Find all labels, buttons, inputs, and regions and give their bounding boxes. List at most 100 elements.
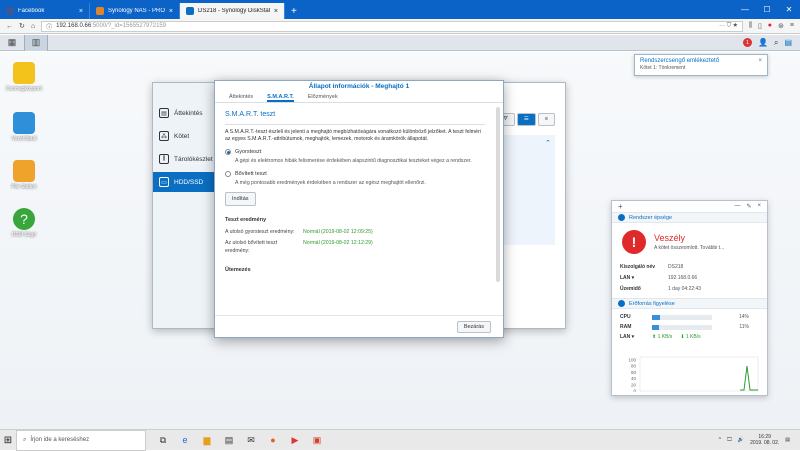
add-widget-icon[interactable]: + bbox=[618, 202, 623, 211]
facebook-icon bbox=[6, 7, 14, 15]
user-icon[interactable]: 👤 bbox=[758, 38, 768, 47]
close-icon[interactable]: × bbox=[79, 8, 83, 15]
page-actions[interactable]: ··· ⛉ ★ bbox=[719, 23, 738, 30]
uptime-row: Üzemidő 1 day 04:22:43 bbox=[620, 285, 702, 292]
extension-icon[interactable]: ⊛ bbox=[778, 22, 784, 30]
folder-icon bbox=[13, 160, 35, 182]
results-title: Teszt eredmény bbox=[225, 217, 267, 224]
close-icon[interactable]: × bbox=[169, 8, 173, 15]
notification-sub: Kötet 1: Tönkrement bbox=[640, 65, 686, 71]
browser-tab-facebook[interactable]: Facebook × bbox=[0, 3, 90, 19]
new-tab-button[interactable]: + bbox=[285, 3, 303, 19]
tab-smart[interactable]: S.M.A.R.T. bbox=[267, 94, 294, 102]
minimize-icon[interactable]: — bbox=[734, 203, 740, 210]
site-icon bbox=[96, 7, 104, 15]
overview-icon: ▤ bbox=[159, 108, 169, 118]
chart-tick-label: 100 bbox=[628, 358, 636, 363]
office-icon[interactable]: ▣ bbox=[310, 435, 324, 446]
close-button[interactable]: Bezárás bbox=[456, 320, 491, 333]
close-icon[interactable]: × bbox=[758, 58, 762, 64]
storage-manager-taskbar-icon[interactable]: ▥ bbox=[24, 34, 48, 51]
sidebar-item-overview[interactable]: ▤ Áttekintés bbox=[153, 103, 217, 123]
close-icon[interactable]: × bbox=[274, 8, 278, 15]
store-icon[interactable]: ▤ bbox=[222, 435, 236, 446]
sidebar-item-storage-pool[interactable]: ⫼ Tárolókészlet bbox=[153, 149, 217, 169]
library-icon[interactable]: ⫼ bbox=[749, 22, 752, 30]
widgets-icon[interactable]: ▤ bbox=[784, 38, 792, 47]
windows-start-icon[interactable]: ⊞ bbox=[0, 430, 16, 451]
address-bar[interactable]: ⓘ 192.168.0.66:5000/?_id=1565527972159 ·… bbox=[41, 20, 743, 32]
hdd-icon: ▭ bbox=[159, 177, 169, 187]
notification-toast[interactable]: Rendszercsengő emlékeztető Kötet 1: Tönk… bbox=[634, 54, 768, 76]
danger-icon: ! bbox=[622, 230, 646, 254]
main-menu-icon[interactable]: ▦ bbox=[0, 35, 24, 51]
taskbar-apps: ⧉ e ▆ ▤ ✉ ● ▶ ▣ bbox=[156, 435, 324, 446]
edge-icon[interactable]: e bbox=[178, 435, 192, 446]
browser-tab-diskstation[interactable]: DS218 - Synology DiskStation × bbox=[180, 3, 285, 19]
taskbar-search[interactable]: ⌕ Írjon ide a kereséshez bbox=[16, 429, 146, 451]
desktop-icon-control-panel[interactable]: Vezérlőpult bbox=[3, 112, 45, 142]
mail-icon[interactable]: ✉ bbox=[244, 435, 258, 446]
tray-chevron-icon[interactable]: ^ bbox=[719, 437, 721, 443]
chart-tick-label: 20 bbox=[631, 382, 637, 387]
resource-monitor-icon bbox=[618, 300, 625, 307]
health-status: ! Veszély A kötet összeomlott. További t… bbox=[612, 223, 767, 261]
home-icon[interactable]: ⌂ bbox=[31, 23, 35, 30]
server-name-row: Kiszolgáló név DS218 bbox=[620, 263, 684, 270]
reload-icon[interactable]: ↻ bbox=[19, 22, 25, 30]
widget-toolbar: + — ✎ × bbox=[612, 201, 767, 212]
network-row: LAN ▾ ⬆ 1 KB/s ⬇ 1 KB/s bbox=[620, 334, 701, 340]
clock[interactable]: 16:29 2019. 08. 02. bbox=[750, 434, 779, 447]
tab-history[interactable]: Előzmények bbox=[308, 94, 338, 102]
browser-tab-prohardver[interactable]: Synology NAS - PROHARDVER! × bbox=[90, 3, 180, 19]
menu-icon[interactable]: ≡ bbox=[537, 113, 555, 126]
addon-icon[interactable]: ● bbox=[768, 22, 772, 30]
close-window-icon[interactable]: ✕ bbox=[778, 5, 800, 14]
dialog-body: S.M.A.R.T. teszt A S.M.A.R.T.-teszt észl… bbox=[215, 104, 495, 309]
minimize-icon[interactable]: — bbox=[734, 5, 756, 14]
notification-center-icon[interactable]: ▤ bbox=[785, 437, 790, 443]
help-icon: ? bbox=[13, 208, 35, 230]
sidebar-item-hdd-ssd[interactable]: ▭ HDD/SSD bbox=[153, 172, 217, 192]
dsm-taskbar: ▦ ▥ 1 👤 ⌕ ▤ bbox=[0, 34, 800, 51]
desktop-icon-package-center[interactable]: Csomagközpont bbox=[3, 62, 45, 92]
search-icon[interactable]: ⌕ bbox=[774, 38, 778, 48]
toolbar-icons: ⫼ ▯ ● ⊛ ≡ bbox=[749, 22, 794, 30]
media-icon[interactable]: ▶ bbox=[288, 435, 302, 446]
back-icon[interactable]: ← bbox=[6, 23, 13, 30]
close-icon[interactable]: × bbox=[757, 203, 761, 210]
sidebar-item-volume[interactable]: ⁂ Kötet bbox=[153, 126, 217, 146]
menu-icon[interactable]: ≡ bbox=[790, 22, 794, 30]
chart-tick-label: 60 bbox=[631, 370, 637, 375]
dialog-scrollbar[interactable] bbox=[496, 107, 500, 282]
maximize-icon[interactable]: ☐ bbox=[756, 5, 778, 14]
tab-overview[interactable]: Áttekintés bbox=[229, 94, 253, 102]
extended-test-desc: A még pontosabb eredmények érdekében a r… bbox=[235, 180, 426, 187]
explorer-icon[interactable]: ▆ bbox=[200, 435, 214, 446]
desktop-icon-dsm-help[interactable]: ? DSM Súgó bbox=[3, 208, 45, 238]
last-quick-result: A utolsó gyorsteszt eredmény: Normál (20… bbox=[225, 228, 373, 235]
health-status-desc[interactable]: A kötet összeomlott. További t... bbox=[654, 245, 724, 251]
collapse-icon[interactable]: ⌃ bbox=[545, 139, 551, 147]
volume-icon[interactable]: 🔊 bbox=[738, 437, 744, 443]
desktop-icon-file-station[interactable]: File Station bbox=[3, 160, 45, 190]
sidebar-icon[interactable]: ▯ bbox=[758, 22, 762, 30]
quick-test-radio[interactable]: Gyorsteszt bbox=[225, 148, 485, 156]
cpu-bar bbox=[652, 314, 712, 320]
list-view-icon[interactable]: ☰ bbox=[516, 113, 536, 126]
search-icon: ⌕ bbox=[23, 436, 27, 443]
start-test-button[interactable]: Indítás bbox=[225, 192, 256, 207]
radio-unchecked-icon bbox=[225, 171, 231, 178]
extended-test-radio[interactable]: Bővített teszt bbox=[225, 170, 485, 178]
pin-icon[interactable]: ✎ bbox=[746, 203, 751, 210]
firefox-icon[interactable]: ● bbox=[266, 435, 280, 446]
lan-row[interactable]: LAN ▾ 192.168.0.66 bbox=[612, 272, 767, 283]
info-icon: ⓘ bbox=[46, 24, 53, 31]
dialog-title: Állapot információk - Meghajtó 1 bbox=[308, 83, 410, 90]
schedule-title: Ütemezés bbox=[225, 267, 251, 274]
health-icon bbox=[618, 214, 625, 221]
network-icon[interactable]: 🖵 bbox=[727, 437, 732, 443]
notification-count[interactable]: 1 bbox=[742, 38, 752, 47]
task-view-icon[interactable]: ⧉ bbox=[156, 435, 170, 446]
network-chart: 10080604020 0 bbox=[628, 356, 759, 392]
